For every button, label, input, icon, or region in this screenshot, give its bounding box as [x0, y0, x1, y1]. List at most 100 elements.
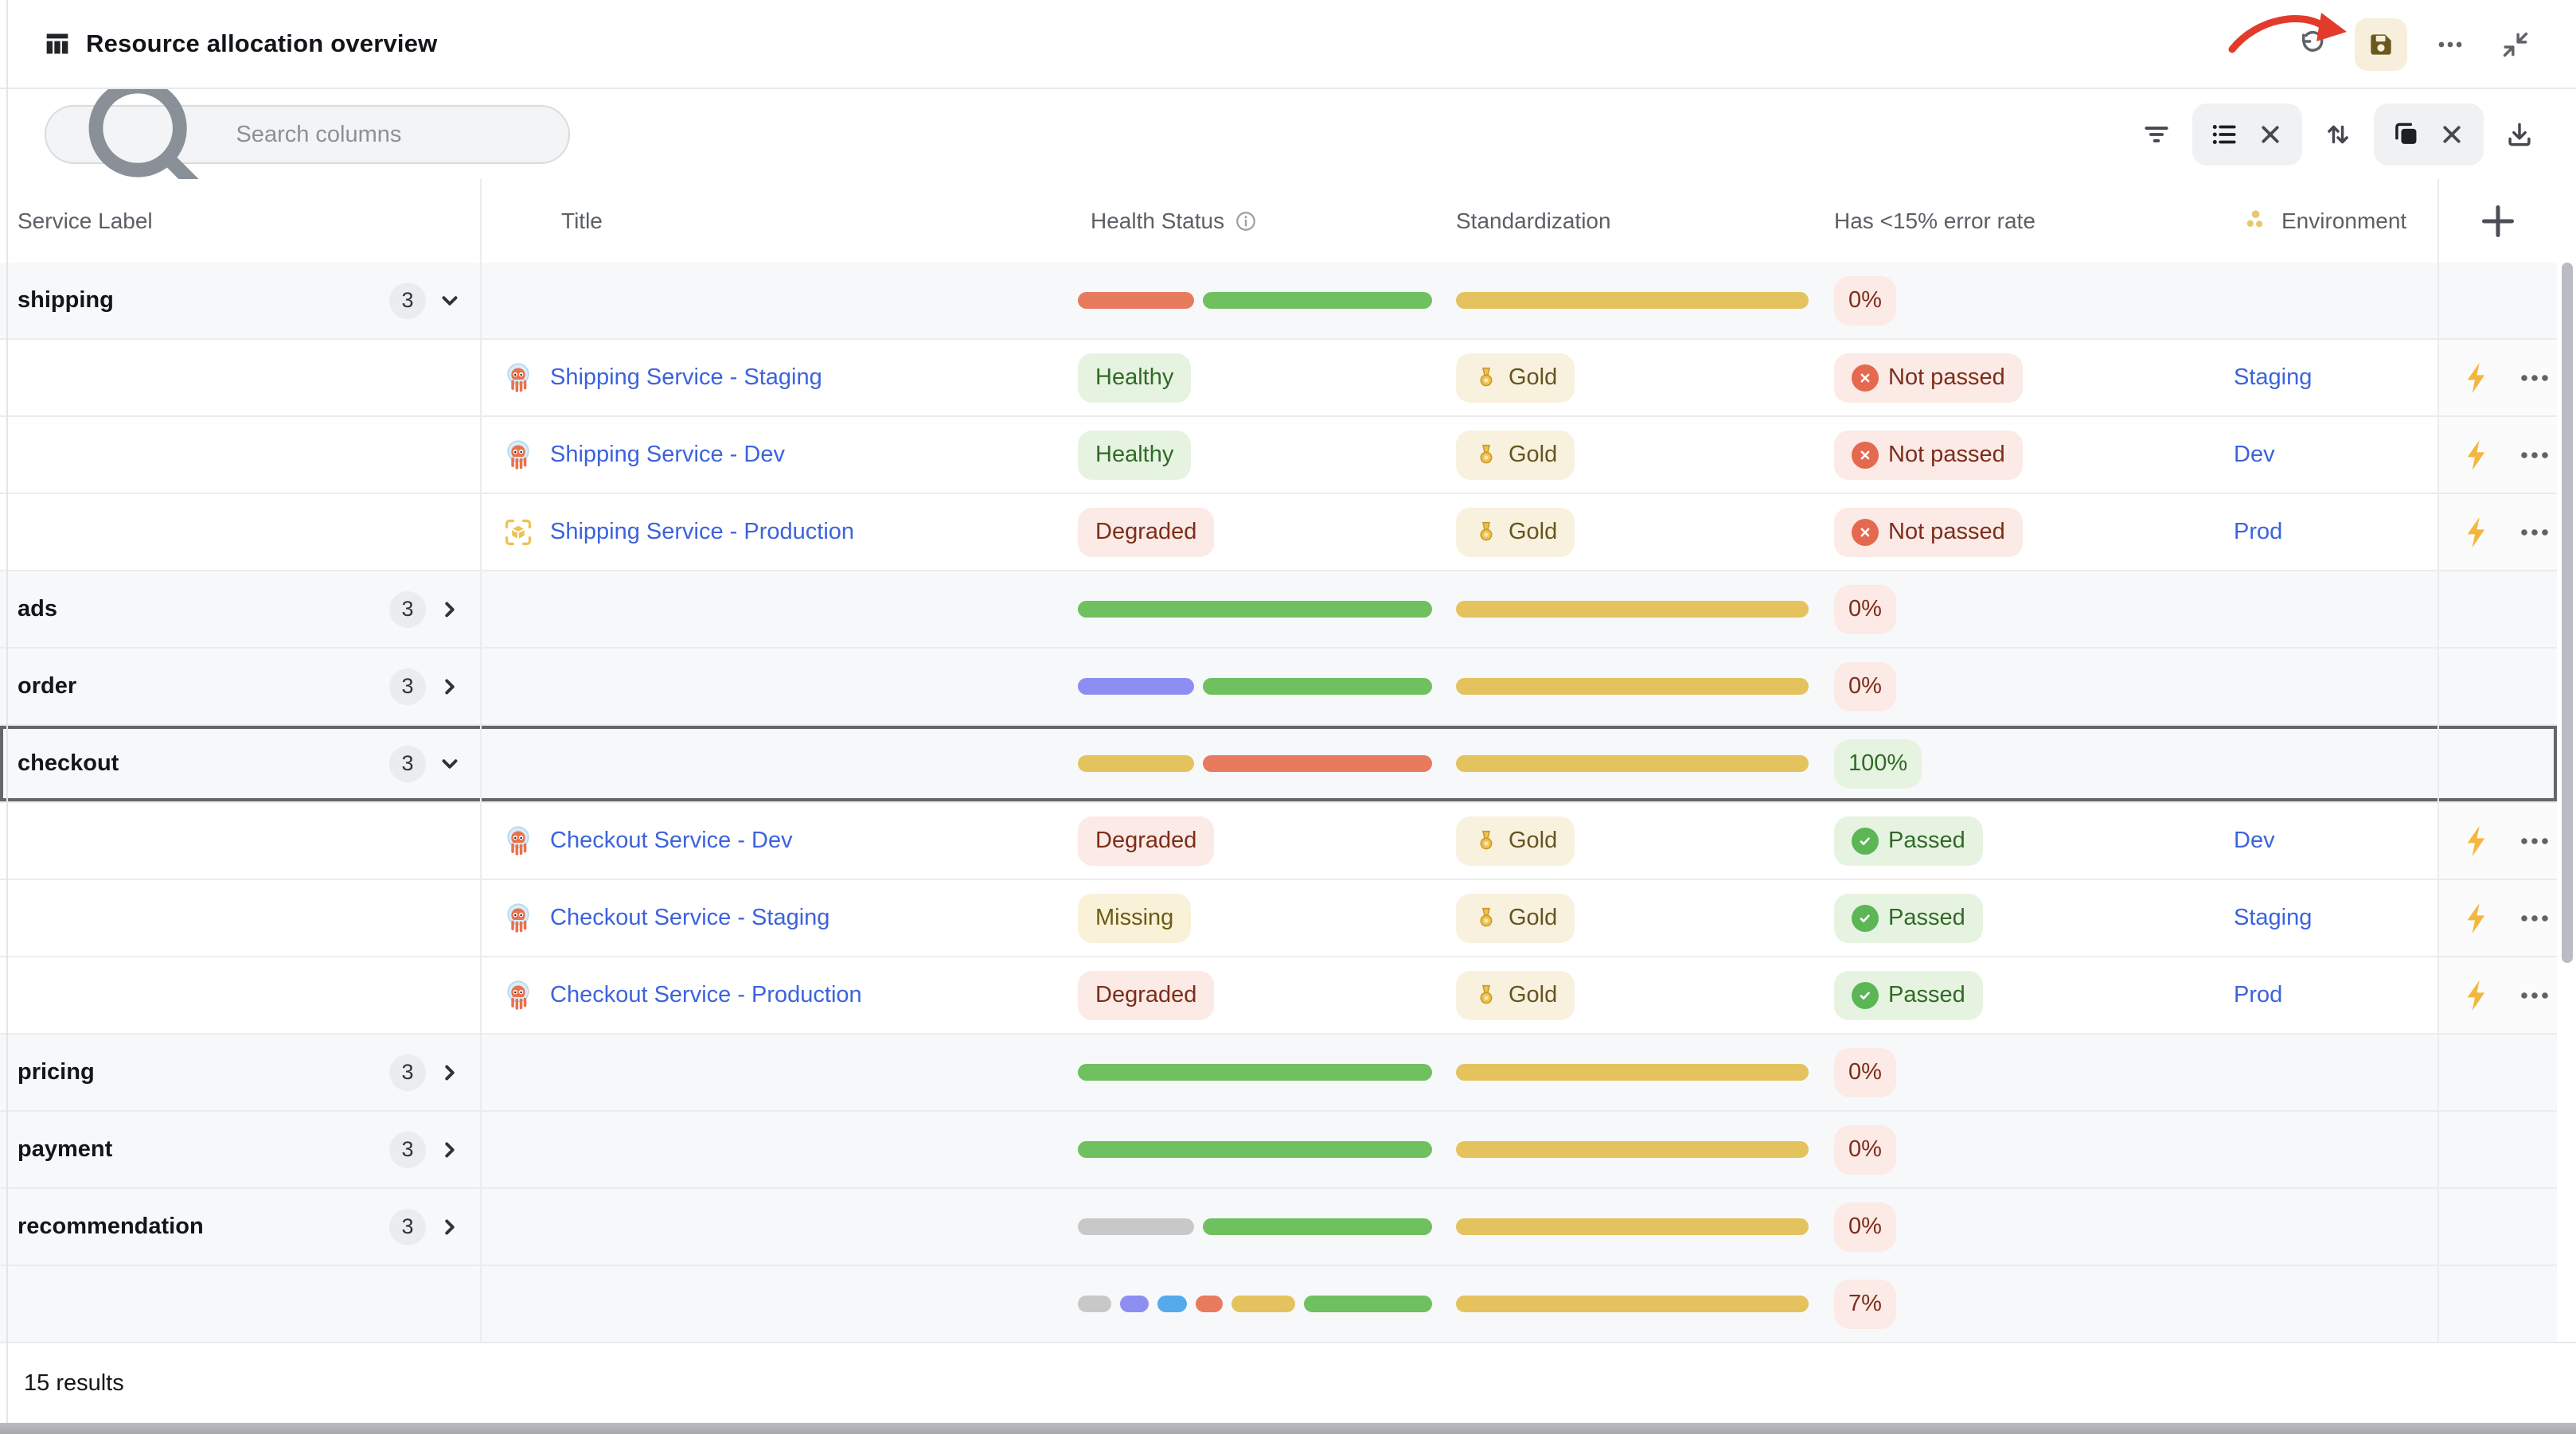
chevron-right-icon[interactable] [435, 1058, 464, 1087]
chevron-down-icon[interactable] [435, 286, 464, 315]
check-circle-icon [1852, 828, 1879, 855]
row-menu-button[interactable] [2516, 359, 2554, 397]
group-row-recommendation[interactable]: recommendation30% [0, 1189, 2557, 1266]
health-status-cell [1067, 1035, 1445, 1110]
group-row-payment[interactable]: payment30% [0, 1112, 2557, 1189]
chevron-right-icon[interactable] [435, 1213, 464, 1241]
copy-icon [2385, 113, 2426, 156]
row-actions-cell [2437, 649, 2557, 724]
environment-link[interactable]: Staging [2234, 905, 2312, 931]
group-row-order[interactable]: order30% [0, 649, 2557, 726]
chevron-right-icon[interactable] [435, 595, 464, 624]
quick-action-button[interactable] [2458, 436, 2496, 474]
row-menu-button[interactable] [2516, 976, 2554, 1015]
row-menu-button[interactable] [2516, 513, 2554, 551]
environment-cell: Prod [2221, 494, 2437, 570]
environment-link[interactable]: Staging [2234, 364, 2312, 391]
quick-action-button[interactable] [2458, 822, 2496, 860]
search-columns-input[interactable] [236, 122, 548, 148]
environment-link[interactable]: Dev [2234, 442, 2275, 468]
service-title-link[interactable]: Shipping Service - Staging [550, 364, 822, 391]
chevron-right-icon[interactable] [435, 1136, 464, 1164]
column-header-service-label[interactable]: Service Label [0, 179, 482, 263]
bar-segment-red [1203, 755, 1432, 772]
filter-button[interactable] [2135, 113, 2178, 156]
save-button[interactable] [2355, 18, 2407, 71]
service-title-link[interactable]: Shipping Service - Dev [550, 442, 785, 468]
undo-button[interactable] [2289, 22, 2334, 67]
service-row[interactable]: Checkout Service - StagingMissingGoldPas… [0, 880, 2557, 957]
service-label-cell: order3 [0, 649, 482, 724]
service-label-cell: checkout3 [0, 726, 482, 801]
row-actions-cell [2437, 1035, 2557, 1110]
quick-action-button[interactable] [2458, 899, 2496, 937]
clear-grouping-button[interactable] [2250, 113, 2291, 156]
service-row[interactable]: Checkout Service - ProductionDegradedGol… [0, 957, 2557, 1035]
service-label-cell [0, 494, 482, 570]
bar-segment-yellow [1456, 292, 1809, 309]
service-label-cell: shipping3 [0, 263, 482, 338]
sort-button[interactable] [2316, 113, 2359, 156]
group-rows-button[interactable] [2203, 113, 2245, 156]
health-status-cell [1067, 1112, 1445, 1187]
collapse-button[interactable] [2493, 22, 2538, 67]
standardization-cell [1445, 571, 1823, 647]
badge-passed: Passed [1834, 816, 1983, 866]
x-icon [2250, 113, 2291, 156]
octopus-icon [502, 362, 534, 394]
stack-columns-button[interactable] [2385, 113, 2426, 156]
service-title-link[interactable]: Checkout Service - Staging [550, 905, 829, 931]
download-button[interactable] [2498, 113, 2541, 156]
environment-link[interactable]: Prod [2234, 519, 2282, 545]
title-cell [482, 726, 1067, 801]
environment-cell: Dev [2221, 417, 2437, 493]
badge-gold: Gold [1456, 971, 1575, 1020]
health-status-cell [1067, 649, 1445, 724]
check-circle-icon [1852, 905, 1879, 932]
column-header-title[interactable]: Title [482, 179, 1067, 263]
service-title-link[interactable]: Shipping Service - Production [550, 519, 854, 545]
environment-link[interactable]: Prod [2234, 982, 2282, 1008]
row-actions-cell [2437, 417, 2557, 493]
service-title-link[interactable]: Checkout Service - Dev [550, 828, 793, 854]
group-row-shipping[interactable]: shipping30% [0, 263, 2557, 340]
add-column-button[interactable] [2474, 197, 2522, 245]
column-header-[interactable] [2437, 179, 2557, 263]
badge-label: 7% [1848, 1291, 1882, 1317]
badge-label: Gold [1509, 905, 1557, 931]
title-cell: Checkout Service - Production [482, 957, 1067, 1033]
group-row-partial[interactable]: 7% [0, 1266, 2557, 1343]
service-row[interactable]: Shipping Service - ProductionDegradedGol… [0, 494, 2557, 571]
column-header-has-15-error-rate[interactable]: Has <15% error rate [1823, 179, 2221, 263]
service-row[interactable]: Shipping Service - DevHealthyGoldNot pas… [0, 417, 2557, 494]
quick-action-button[interactable] [2458, 359, 2496, 397]
clear-stacking-button[interactable] [2431, 113, 2473, 156]
column-header-standardization[interactable]: Standardization [1445, 179, 1823, 263]
octopus-icon [502, 825, 534, 857]
service-title-link[interactable]: Checkout Service - Production [550, 982, 862, 1008]
group-row-checkout[interactable]: checkout3100% [0, 726, 2557, 803]
quick-action-button[interactable] [2458, 976, 2496, 1015]
service-row[interactable]: Shipping Service - StagingHealthyGoldNot… [0, 340, 2557, 417]
medal-icon [1473, 520, 1499, 545]
environment-link[interactable]: Dev [2234, 828, 2275, 854]
quick-action-button[interactable] [2458, 513, 2496, 551]
chevron-right-icon[interactable] [435, 672, 464, 701]
column-header-health-status[interactable]: Health Status [1067, 179, 1445, 263]
service-row[interactable]: Checkout Service - DevDegradedGoldPassed… [0, 803, 2557, 880]
row-menu-button[interactable] [2516, 899, 2554, 937]
x-circle-icon [1852, 442, 1879, 469]
group-row-pricing[interactable]: pricing30% [0, 1035, 2557, 1112]
column-header-environment[interactable]: Environment [2221, 179, 2437, 263]
search-columns-box[interactable] [45, 105, 570, 164]
chevron-down-icon[interactable] [435, 750, 464, 778]
row-menu-button[interactable] [2516, 822, 2554, 860]
vertical-scrollbar[interactable] [2562, 263, 2573, 963]
group-label: payment [18, 1136, 112, 1163]
standardization-cell [1445, 1112, 1823, 1187]
more-options-button[interactable] [2428, 22, 2473, 67]
error-rate-cell: 0% [1823, 1112, 2221, 1187]
bar-segment-red [1078, 292, 1194, 309]
row-menu-button[interactable] [2516, 436, 2554, 474]
group-row-ads[interactable]: ads30% [0, 571, 2557, 649]
